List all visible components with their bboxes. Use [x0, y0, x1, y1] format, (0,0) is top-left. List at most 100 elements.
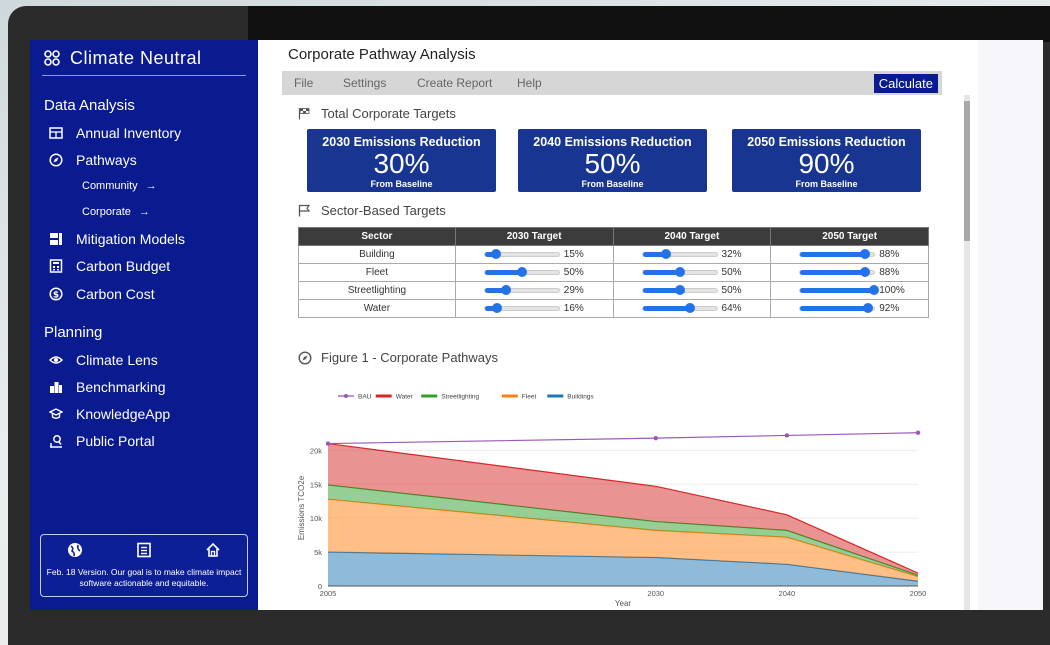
col-header-sector: Sector	[298, 227, 456, 246]
menu-create-report[interactable]: Create Report	[417, 76, 492, 90]
slider-thumb[interactable]	[869, 285, 880, 295]
bau-point	[653, 435, 658, 441]
slider-thumb[interactable]	[860, 249, 871, 259]
calculate-button[interactable]: Calculate	[873, 74, 938, 93]
target-slider[interactable]	[799, 249, 876, 259]
section-heading-text: Figure 1 - Corporate Pathways	[321, 350, 499, 365]
brand[interactable]: Climate Neutral	[42, 46, 202, 70]
slider-thumb[interactable]	[863, 303, 874, 313]
brand-name: Climate Neutral	[70, 47, 202, 68]
x-tick-label: 2040	[779, 589, 796, 598]
slider-thumb[interactable]	[684, 303, 695, 313]
portal-icon	[48, 433, 64, 449]
sidebar-item-public-portal[interactable]: Public Portal	[48, 431, 155, 451]
slider-value: 100%	[879, 285, 905, 296]
y-tick-label: 5k	[314, 548, 322, 557]
slider-value: 92%	[879, 303, 900, 314]
sidebar: Climate Neutral Data Analysis Annual Inv…	[30, 40, 258, 610]
target-slider[interactable]	[799, 303, 876, 313]
target-slider[interactable]	[799, 285, 880, 295]
home-icon[interactable]	[204, 541, 222, 559]
models-icon	[48, 231, 64, 247]
sector-targets-heading: Sector-Based Targets	[298, 203, 446, 218]
slider-thumb[interactable]	[490, 249, 501, 259]
menu-help[interactable]: Help	[517, 76, 542, 90]
x-axis-label: Year	[615, 599, 632, 608]
slider-thumb[interactable]	[516, 267, 527, 277]
slider-fill	[642, 270, 680, 275]
target-cell-2030: 29%	[454, 281, 614, 300]
version-note: Feb. 18 Version. Our goal is to make cli…	[46, 567, 242, 588]
target-slider[interactable]	[483, 303, 560, 313]
legend-label: BAU	[358, 394, 372, 401]
sidebar-item-carbon-budget[interactable]: Carbon Budget	[48, 256, 170, 276]
dollar-icon: $	[48, 286, 64, 302]
flag-icon	[298, 204, 312, 218]
calculator-icon	[48, 258, 64, 274]
slider-fill	[642, 288, 680, 293]
menu-settings[interactable]: Settings	[343, 76, 386, 90]
sidebar-item-label: KnowledgeApp	[76, 406, 171, 422]
target-cell-2040: 32%	[612, 245, 772, 264]
target-cell-2040: 64%	[612, 299, 772, 318]
checkered-flag-icon	[298, 107, 312, 121]
sidebar-item-label: Pathways	[76, 152, 137, 168]
slider-value: 16%	[563, 303, 584, 314]
sidebar-subitem-community[interactable]: Community →	[82, 178, 157, 194]
info-box: Feb. 18 Version. Our goal is to make cli…	[40, 534, 248, 597]
target-slider[interactable]	[641, 303, 718, 313]
target-slider[interactable]	[641, 285, 718, 295]
legend-swatch	[501, 394, 518, 398]
target-slider[interactable]	[483, 267, 560, 277]
legend-label: Fleet	[522, 394, 537, 401]
slider-thumb[interactable]	[674, 285, 685, 295]
sidebar-item-mitigation-models[interactable]: Mitigation Models	[48, 229, 185, 249]
target-slider[interactable]	[483, 285, 560, 295]
scrollbar[interactable]	[964, 95, 970, 610]
figure-heading: Figure 1 - Corporate Pathways	[298, 350, 498, 365]
document-icon[interactable]	[135, 541, 153, 559]
sidebar-item-carbon-cost[interactable]: $ Carbon Cost	[48, 284, 155, 304]
sidebar-item-annual-inventory[interactable]: Annual Inventory	[48, 123, 181, 143]
target-slider[interactable]	[483, 249, 560, 259]
section-heading-text: Sector-Based Targets	[321, 203, 446, 218]
slider-value: 88%	[879, 249, 900, 260]
table-row: Fleet 50% 50% 88%	[298, 263, 929, 282]
slider-value: 50%	[721, 285, 742, 296]
device-bezel-top	[248, 6, 1050, 42]
pathways-chart-svg: 05k10k15k20k2005 2030 2040 2050YearEmission…	[297, 394, 926, 609]
slider-thumb[interactable]	[501, 285, 512, 295]
slider-thumb[interactable]	[674, 267, 685, 277]
app-screen: Climate Neutral Data Analysis Annual Inv…	[30, 40, 1043, 610]
target-slider[interactable]	[641, 249, 718, 259]
slider-thumb[interactable]	[661, 249, 672, 259]
globe-icon[interactable]	[66, 541, 84, 559]
slider-thumb[interactable]	[860, 267, 871, 277]
sector-name: Water	[298, 299, 456, 318]
sector-name: Streetlighting	[298, 281, 456, 300]
slider-value: 50%	[563, 267, 584, 278]
target-slider[interactable]	[641, 267, 718, 277]
col-header-2040: 2040 Target	[612, 227, 772, 246]
slider-fill	[800, 306, 869, 311]
sidebar-subitem-corporate[interactable]: Corporate →	[82, 204, 150, 220]
sidebar-item-knowledgeapp[interactable]: KnowledgeApp	[48, 404, 170, 424]
menu-file[interactable]: File	[294, 76, 313, 90]
page-title: Corporate Pathway Analysis	[288, 46, 476, 63]
slider-thumb[interactable]	[491, 303, 502, 313]
legend-label: Water	[396, 394, 414, 401]
sidebar-item-climate-lens[interactable]: Climate Lens	[48, 350, 158, 370]
sidebar-item-benchmarking[interactable]: Benchmarking	[48, 377, 166, 397]
scrollbar-thumb[interactable]	[964, 101, 970, 241]
y-tick-label: 15k	[310, 480, 322, 489]
target-slider[interactable]	[799, 267, 876, 277]
sidebar-item-pathways[interactable]: Pathways	[48, 150, 137, 170]
x-tick-label: 2005	[320, 589, 337, 598]
slider-value: 50%	[721, 267, 742, 278]
col-header-2050: 2050 Target	[770, 227, 929, 246]
card-value: 50%	[584, 148, 641, 179]
card-label: 2050 Emissions Reduction	[747, 135, 906, 149]
legend-swatch	[375, 394, 392, 398]
card-label: 2030 Emissions Reduction	[322, 135, 481, 149]
eye-icon	[48, 352, 64, 368]
